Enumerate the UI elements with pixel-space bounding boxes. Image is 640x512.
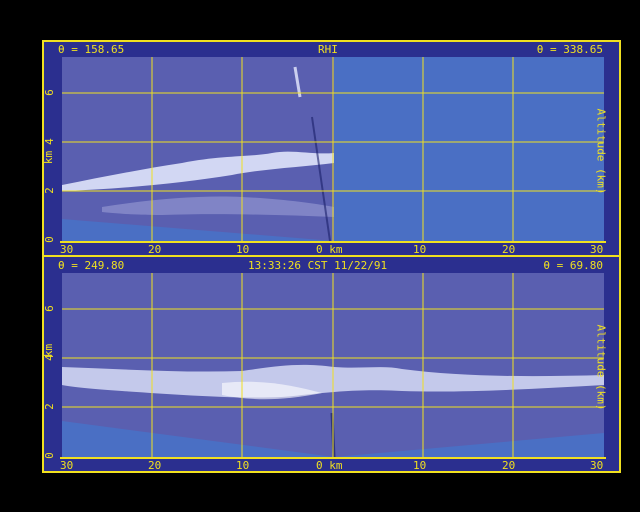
bottom-ytick-6: 6: [42, 305, 56, 312]
bottom-ytick-0: 0: [42, 452, 56, 459]
lidar-display-frame: θ = 158.65 RHI θ = 338.65 0 2 4 6 km Alt…: [42, 40, 621, 473]
bottom-xtick-0: 0 km: [316, 459, 343, 472]
top-left-angle-label: θ = 158.65: [58, 43, 125, 56]
bottom-right-axis-title: Altitude (km): [594, 324, 608, 411]
bottom-xtick-30-right: 30: [590, 459, 604, 472]
bottom-y-axis-unit: km: [42, 343, 56, 358]
bottom-xtick-10-right: 10: [413, 459, 427, 472]
top-xtick-10-right: 10: [413, 243, 427, 256]
bottom-ytick-2: 2: [42, 403, 56, 410]
top-right-angle-label: θ = 338.65: [536, 43, 603, 56]
top-xtick-0: 0 km: [316, 243, 343, 256]
top-center-label: RHI: [318, 43, 338, 56]
bottom-center-timestamp: 13:33:26 CST 11/22/91: [248, 259, 388, 272]
top-y-axis-unit: km: [42, 150, 56, 165]
top-xtick-20-right: 20: [502, 243, 516, 256]
bottom-xtick-20-right: 20: [502, 459, 516, 472]
bottom-xtick-20-left: 20: [148, 459, 162, 472]
top-xtick-30-right: 30: [590, 243, 604, 256]
top-ytick-4: 4: [42, 138, 56, 145]
top-xtick-20-left: 20: [148, 243, 162, 256]
bottom-xtick-10-left: 10: [236, 459, 250, 472]
top-ytick-6: 6: [42, 89, 56, 96]
bottom-rhi-panel: [62, 273, 604, 457]
top-right-empty-area: [334, 57, 604, 241]
top-rhi-plot: [62, 57, 604, 241]
panel-divider: [44, 255, 619, 257]
bottom-right-angle-label: θ = 69.80: [543, 259, 603, 272]
top-xtick-30-left: 30: [60, 243, 74, 256]
top-rhi-panel: [62, 57, 604, 241]
top-right-axis-title: Altitude (km): [594, 108, 608, 195]
top-xtick-10-left: 10: [236, 243, 250, 256]
bottom-left-angle-label: θ = 249.80: [58, 259, 125, 272]
top-ytick-0: 0: [42, 236, 56, 243]
bottom-xtick-30-left: 30: [60, 459, 74, 472]
bottom-rhi-plot: [62, 273, 604, 457]
top-ytick-2: 2: [42, 187, 56, 194]
